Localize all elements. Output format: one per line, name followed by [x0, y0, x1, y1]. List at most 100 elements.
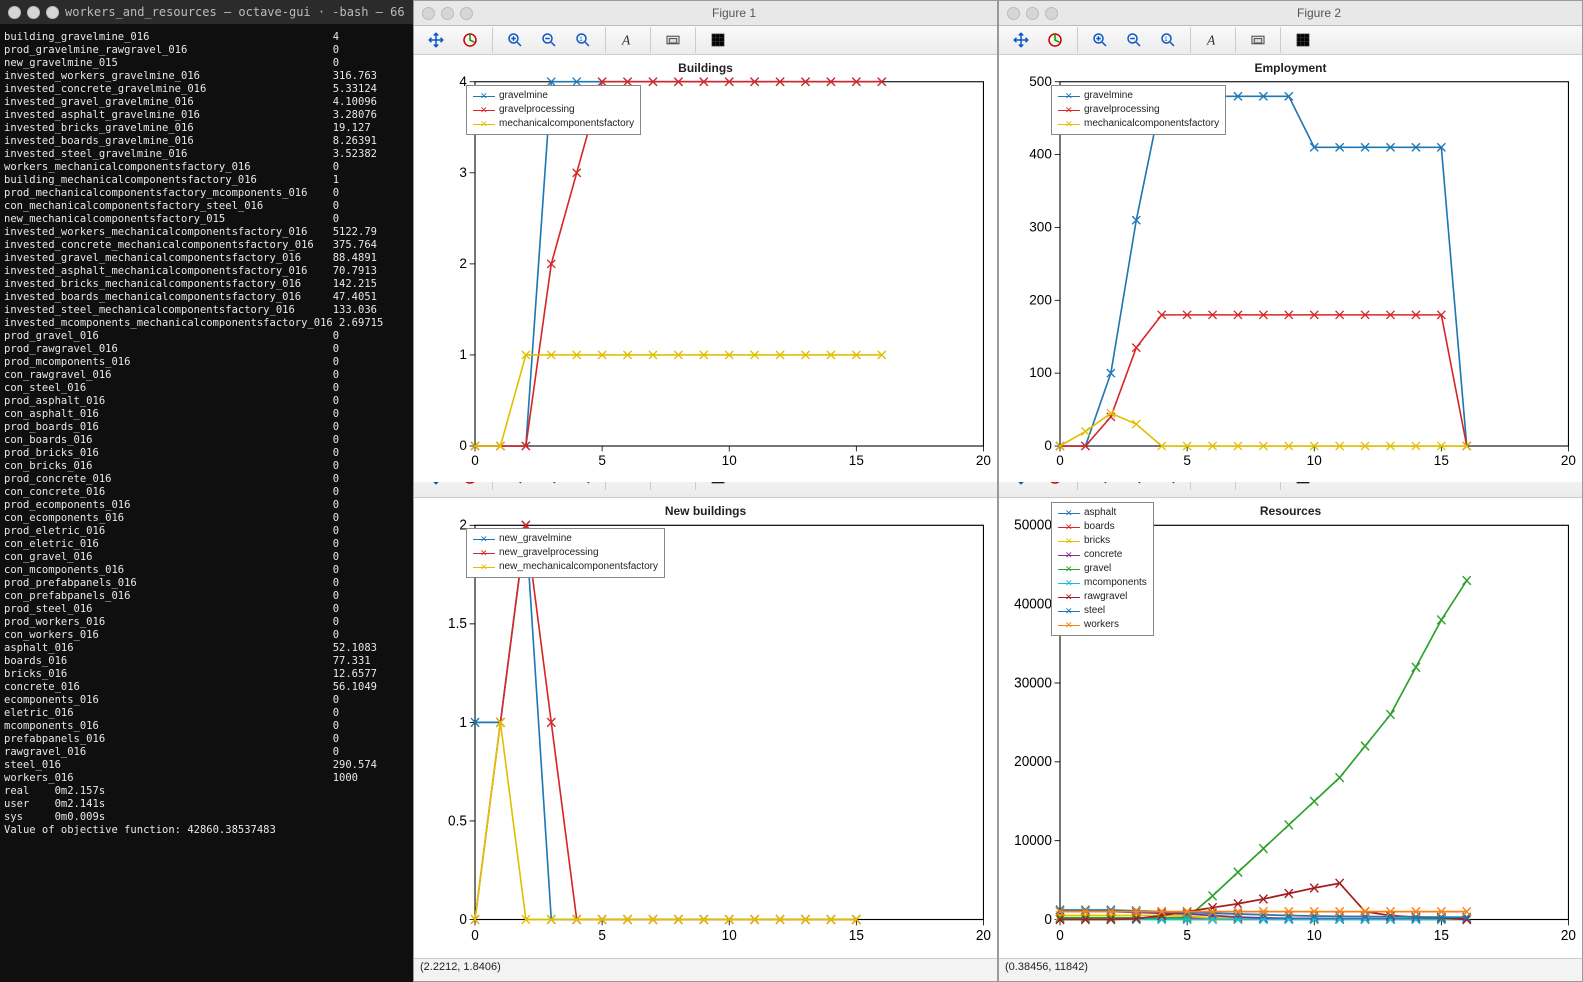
figure-toolbar: 1A: [414, 26, 997, 55]
svg-text:200: 200: [1029, 292, 1052, 307]
svg-text:5: 5: [598, 926, 606, 943]
svg-text:3: 3: [459, 165, 467, 180]
text-icon[interactable]: A: [614, 26, 642, 54]
figure-4: Figure 4 1A Resources 051015200100002000…: [998, 431, 1583, 982]
close-icon[interactable]: [422, 7, 435, 20]
legend-label: bricks: [1084, 534, 1110, 548]
svg-text:20: 20: [1561, 453, 1576, 468]
svg-text:2: 2: [459, 256, 467, 271]
svg-text:10: 10: [722, 926, 737, 943]
figure-titlebar[interactable]: Figure 1: [414, 1, 997, 26]
legend-label: concrete: [1084, 548, 1122, 562]
legend-label: new_mechanicalcomponentsfactory: [499, 560, 658, 574]
terminal-window: workers_and_resources — octave-gui · -ba…: [0, 0, 413, 982]
close-icon[interactable]: [8, 6, 21, 19]
legend-label: new_gravelmine: [499, 532, 572, 546]
grid-icon[interactable]: [704, 26, 732, 54]
svg-text:500: 500: [1029, 75, 1052, 89]
legend-label: asphalt: [1084, 506, 1116, 520]
zoom-icon[interactable]: [460, 7, 473, 20]
svg-text:1: 1: [459, 347, 467, 362]
legend-label: mechanicalcomponentsfactory: [499, 117, 634, 131]
svg-text:0: 0: [1044, 910, 1052, 927]
rotate-icon[interactable]: [1041, 26, 1069, 54]
svg-text:15: 15: [1434, 926, 1449, 943]
svg-text:0: 0: [471, 926, 479, 943]
figure-titlebar[interactable]: Figure 2: [999, 1, 1582, 26]
svg-text:10: 10: [722, 453, 737, 468]
plot-area[interactable]: Employment 051015200100200300400500 grav…: [999, 55, 1582, 482]
svg-text:10: 10: [1307, 926, 1322, 943]
plot-area[interactable]: Buildings 0510152001234 gravelminegravel…: [414, 55, 997, 482]
figure-2: Figure 2 1A Employment 05101520010020030…: [998, 0, 1583, 431]
chart-title: Buildings: [414, 61, 997, 75]
grid-icon[interactable]: [1289, 26, 1317, 54]
legend-label: steel: [1084, 604, 1105, 618]
svg-text:0: 0: [471, 453, 479, 468]
svg-text:1.5: 1.5: [448, 615, 467, 632]
svg-text:0: 0: [459, 910, 467, 927]
legend-label: gravelprocessing: [499, 103, 575, 117]
cursor-status: (0.38456, 11842): [999, 958, 1582, 981]
terminal-title: workers_and_resources — octave-gui · -ba…: [65, 6, 405, 19]
plot-area[interactable]: Resources 051015200100002000030000400005…: [999, 498, 1582, 958]
svg-text:0.5: 0.5: [448, 812, 467, 829]
svg-text:0: 0: [1056, 453, 1064, 468]
svg-text:30000: 30000: [1014, 674, 1052, 691]
rotate-icon[interactable]: [456, 26, 484, 54]
legend-label: mechanicalcomponentsfactory: [1084, 117, 1219, 131]
plot-area[interactable]: New buildings 0510152000.511.52 new_grav…: [414, 498, 997, 958]
figure-window-title: Figure 1: [479, 6, 989, 20]
terminal-body[interactable]: building_gravelmine_016 4prod_gravelmine…: [0, 25, 413, 843]
legend-label: new_gravelprocessing: [499, 546, 599, 560]
chart-legend: gravelminegravelprocessingmechanicalcomp…: [466, 85, 641, 135]
rect-icon[interactable]: [659, 26, 687, 54]
chart-legend: asphaltboardsbricksconcretegravelmcompon…: [1051, 502, 1154, 636]
zoom-fit-icon[interactable]: 1: [1154, 26, 1182, 54]
svg-text:A: A: [1206, 33, 1216, 48]
svg-text:20: 20: [1561, 926, 1576, 943]
minimize-icon[interactable]: [27, 6, 40, 19]
legend-label: workers: [1084, 618, 1119, 632]
svg-text:50000: 50000: [1014, 518, 1052, 533]
figure-3: Figure 3 1A New buildings 0510152000.511…: [413, 431, 998, 982]
chart-legend: gravelminegravelprocessingmechanicalcomp…: [1051, 85, 1226, 135]
zoom-out-icon[interactable]: [1120, 26, 1148, 54]
minimize-icon[interactable]: [441, 7, 454, 20]
zoom-icon[interactable]: [46, 6, 59, 19]
minimize-icon[interactable]: [1026, 7, 1039, 20]
zoom-icon[interactable]: [1045, 7, 1058, 20]
svg-text:20: 20: [976, 926, 991, 943]
svg-text:400: 400: [1029, 147, 1052, 162]
svg-text:1: 1: [459, 713, 467, 730]
figure-1: Figure 1 1A Buildings 0510152001234 grav…: [413, 0, 998, 431]
svg-text:1: 1: [579, 37, 583, 43]
pan-icon[interactable]: [1007, 26, 1035, 54]
pan-icon[interactable]: [422, 26, 450, 54]
svg-text:10: 10: [1307, 453, 1322, 468]
svg-text:1: 1: [1164, 37, 1168, 43]
svg-text:15: 15: [1434, 453, 1449, 468]
rect-icon[interactable]: [1244, 26, 1272, 54]
close-icon[interactable]: [1007, 7, 1020, 20]
svg-text:15: 15: [849, 453, 864, 468]
legend-label: boards: [1084, 520, 1115, 534]
zoom-out-icon[interactable]: [535, 26, 563, 54]
legend-label: mcomponents: [1084, 576, 1147, 590]
zoom-fit-icon[interactable]: 1: [569, 26, 597, 54]
svg-text:A: A: [621, 33, 631, 48]
chart-legend: new_gravelminenew_gravelprocessingnew_me…: [466, 528, 665, 578]
svg-text:100: 100: [1029, 365, 1052, 380]
legend-label: gravelmine: [1084, 89, 1133, 103]
text-icon[interactable]: A: [1199, 26, 1227, 54]
svg-text:5: 5: [598, 453, 606, 468]
svg-text:10000: 10000: [1014, 832, 1052, 849]
figure-toolbar: 1A: [999, 26, 1582, 55]
svg-text:0: 0: [459, 438, 467, 453]
terminal-titlebar[interactable]: workers_and_resources — octave-gui · -ba…: [0, 0, 413, 25]
zoom-in-icon[interactable]: [1086, 26, 1114, 54]
zoom-in-icon[interactable]: [501, 26, 529, 54]
legend-label: rawgravel: [1084, 590, 1127, 604]
svg-text:40000: 40000: [1014, 595, 1052, 612]
svg-text:5: 5: [1183, 453, 1191, 468]
